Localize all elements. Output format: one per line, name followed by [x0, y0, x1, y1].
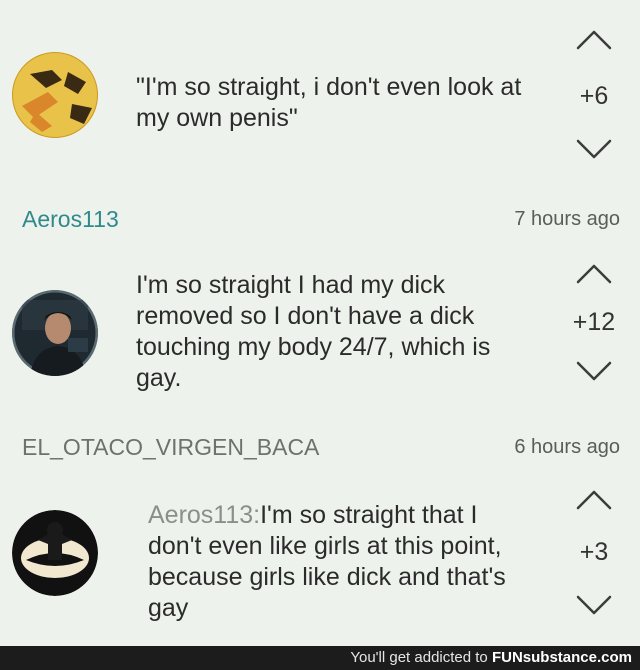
downvote-chevron-down-icon[interactable] [574, 593, 614, 617]
comment-header: EL_OTACO_VIRGEN_BACA 6 hours ago [0, 434, 640, 464]
upvote-chevron-up-icon[interactable] [574, 488, 614, 512]
watermark-bar: You'll get addicted to FUNsubstance.com [0, 646, 640, 670]
watermark-prefix: You'll get addicted to [350, 649, 488, 666]
downvote-chevron-down-icon[interactable] [574, 359, 614, 383]
black-emblem-avatar-icon [12, 510, 98, 596]
watermark-brand: FUNsubstance.com [491, 649, 632, 666]
upvote-chevron-up-icon[interactable] [574, 28, 614, 52]
watermark-text: You'll get addicted to FUNsubstance.com [350, 649, 632, 666]
yellow-crest-avatar-icon [12, 52, 98, 138]
man-photo-avatar-icon [12, 290, 98, 376]
user-avatar[interactable] [12, 290, 98, 376]
user-avatar[interactable] [12, 510, 98, 596]
vote-score: +3 [579, 538, 609, 566]
comment-header: Aeros113 7 hours ago [0, 206, 640, 236]
comment-text: "I'm so straight, i don't even look at m… [136, 73, 522, 132]
timestamp: 6 hours ago [514, 436, 620, 458]
vote-score: +6 [579, 82, 609, 110]
username-link[interactable]: EL_OTACO_VIRGEN_BACA [22, 434, 319, 461]
vote-control: +12 [566, 262, 622, 383]
downvote-chevron-down-icon[interactable] [574, 137, 614, 161]
username-link[interactable]: Aeros113 [22, 206, 119, 233]
timestamp: 7 hours ago [514, 208, 620, 230]
vote-control: +3 [566, 488, 622, 617]
reply-mention[interactable]: Aeros113: [148, 501, 260, 529]
comment-text: Aeros113:I'm so straight that I don't ev… [148, 500, 533, 624]
comment-text: I'm so straight I had my dick removed so… [136, 271, 491, 392]
user-avatar[interactable] [12, 52, 98, 138]
vote-score: +12 [572, 308, 616, 336]
vote-control: +6 [566, 28, 622, 161]
upvote-chevron-up-icon[interactable] [574, 262, 614, 286]
